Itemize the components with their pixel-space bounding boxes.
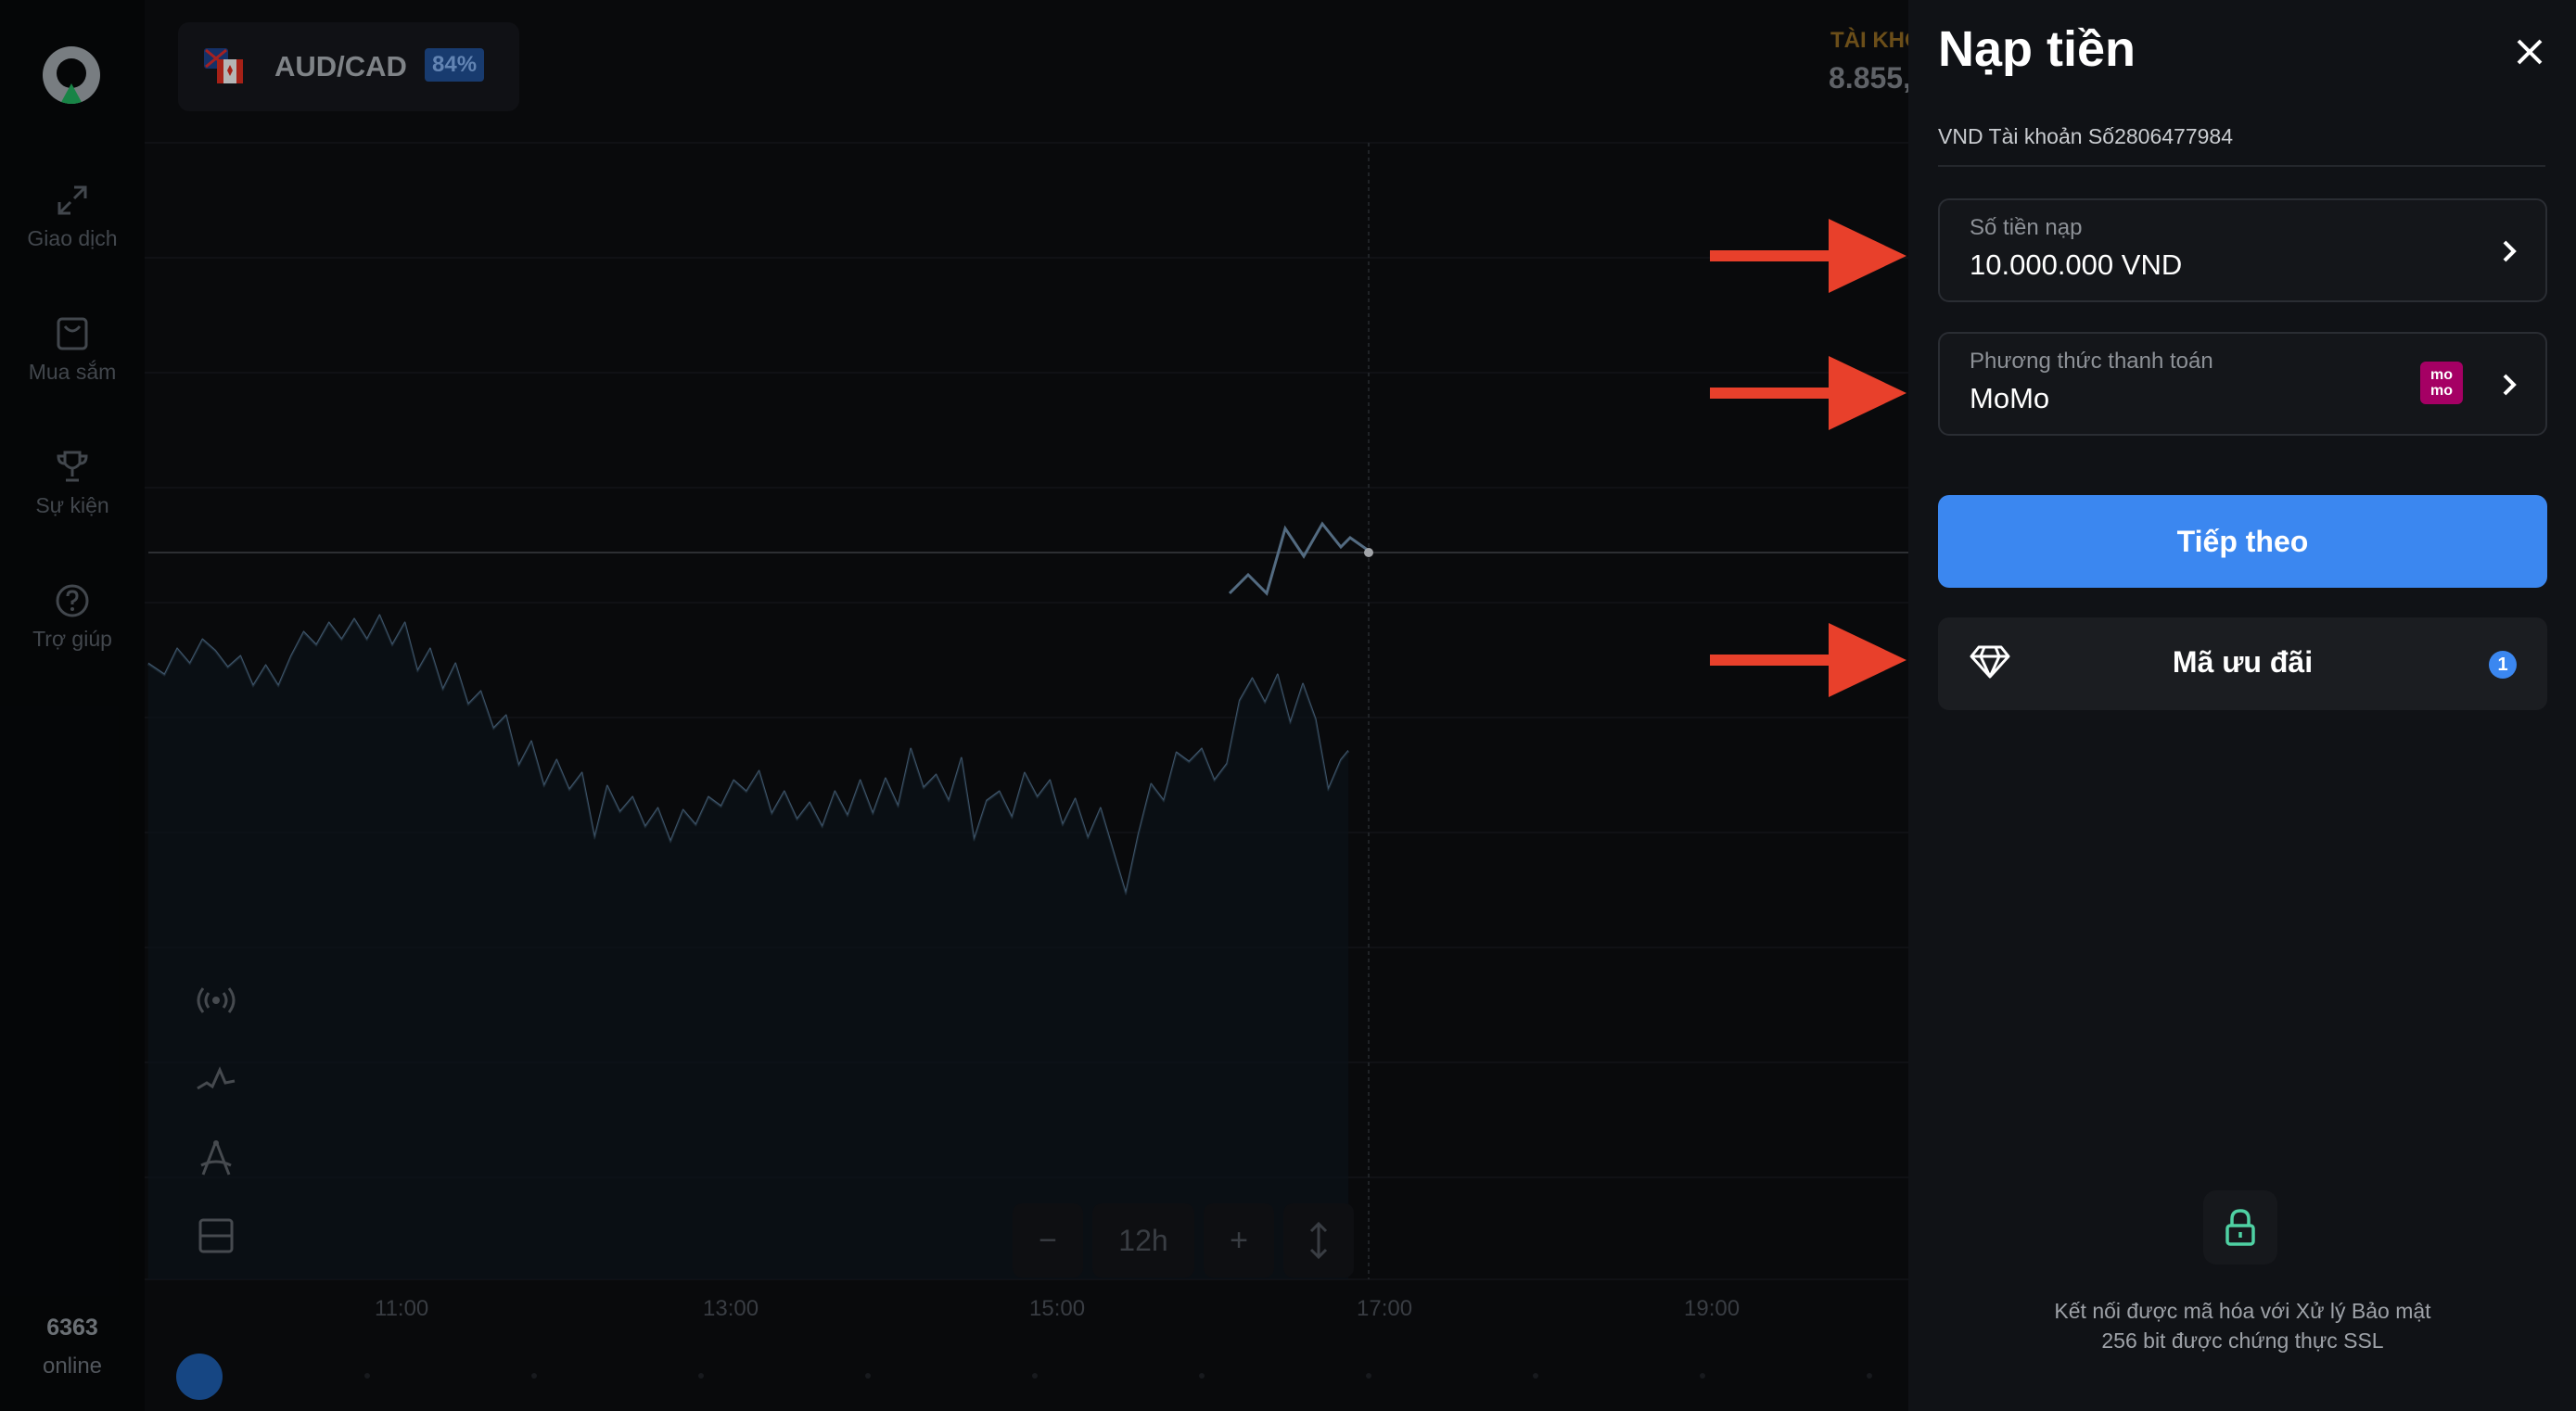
promo-count-badge: 1 [2489,651,2517,679]
autoscale-button[interactable] [1283,1203,1354,1278]
left-sidebar: Giao dịch Mua sắm Sự kiện Trợ giúp 6363 … [0,0,145,1411]
line-chart-icon [197,1066,236,1090]
chart-area[interactable] [145,0,1908,1411]
time-label: 15:00 [1029,1296,1086,1321]
divider [1938,165,2545,167]
chevron-right-icon [2503,374,2517,396]
support-chat-button[interactable] [176,1354,223,1400]
time-label: 13:00 [703,1296,759,1321]
nav-item-help[interactable]: Trợ giúp [0,582,145,652]
secure-lock [2203,1190,2277,1265]
nav-label-help: Trợ giúp [32,627,112,651]
time-label: 19:00 [1684,1296,1741,1321]
momo-logo: mo mo [2420,362,2463,404]
chevron-right-icon [2503,240,2517,262]
vertical-resize-icon [1309,1221,1328,1260]
account-number: VND Tài khoản Số2806477984 [1938,124,2233,148]
signals-button[interactable] [178,968,254,1033]
annotation-arrow-icon [1710,356,1906,430]
zoom-in-button[interactable]: + [1204,1203,1274,1278]
nav-item-trade[interactable]: Giao dịch [0,182,145,251]
nav-label-shop: Mua sắm [28,360,117,384]
zoom-controls: − 12h + [1013,1203,1354,1278]
compass-icon [200,1140,232,1176]
deposit-amount-label: Số tiền nạp [1970,215,2083,240]
help-circle-icon [56,584,89,617]
annotation-arrow-icon [1710,219,1906,293]
panel-title: Nạp tiền [1938,21,2136,77]
zoom-out-button[interactable]: − [1013,1203,1083,1278]
layout-button[interactable] [178,1203,254,1268]
next-button[interactable]: Tiếp theo [1938,495,2547,588]
deposit-panel: Nạp tiền VND Tài khoản Số2806477984 Số t… [1908,0,2576,1411]
broadcast-icon [197,987,236,1013]
time-label: 11:00 [375,1296,429,1321]
payout-badge: 84% [425,48,485,82]
split-layout-icon [198,1218,234,1253]
payment-method-value: MoMo [1970,382,2050,414]
trophy-icon [57,451,88,482]
shopping-bag-icon [57,317,88,350]
asset-selector[interactable]: AUD/CAD 84% [178,22,519,111]
zoom-level[interactable]: 12h [1092,1203,1194,1278]
deposit-amount-value: 10.000.000 VND [1970,248,2183,281]
trade-arrows-icon [57,185,87,215]
online-label: online [42,1354,103,1379]
nav-item-events[interactable]: Sự kiện [0,449,145,518]
lock-icon [2225,1209,2255,1246]
payment-method-field[interactable]: Phương thức thanh toán MoMo mo mo [1938,332,2547,436]
chart-type-button[interactable] [178,1046,254,1111]
annotation-arrow-icon [1710,623,1906,697]
online-count: 6363 [46,1315,98,1341]
nav-label-trade: Giao dịch [27,226,118,250]
asset-pair-name: AUD/CAD [274,50,407,83]
app-logo[interactable] [43,46,100,104]
promo-code-button[interactable]: Mã ưu đãi 1 [1938,617,2547,710]
nav-item-shop[interactable]: Mua sắm [0,315,145,385]
close-icon[interactable] [2511,33,2548,70]
deposit-amount-field[interactable]: Số tiền nạp 10.000.000 VND [1938,198,2547,302]
account-balance[interactable]: 8.855, [1829,61,1911,95]
security-line-2: 256 bit được chứng thực SSL [2101,1328,2384,1353]
aud-cad-flag-icon [204,48,243,83]
security-line-1: Kết nối được mã hóa với Xử lý Bảo mật [2054,1299,2431,1323]
chart-toolbar [178,968,254,1274]
payment-method-label: Phương thức thanh toán [1970,349,2213,374]
promo-code-label: Mã ưu đãi [2172,645,2314,679]
price-chart [145,142,1908,1379]
nav-label-events: Sự kiện [35,493,109,517]
drawing-tools-button[interactable] [178,1125,254,1190]
security-note: Kết nối được mã hóa với Xử lý Bảo mật 25… [1938,1296,2547,1355]
time-label: 17:00 [1357,1296,1413,1321]
